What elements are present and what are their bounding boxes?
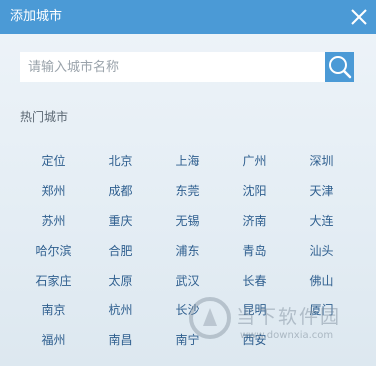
city-item[interactable]: 厦门 (288, 295, 355, 325)
city-item[interactable]: 定位 (20, 146, 87, 176)
city-item[interactable]: 郑州 (20, 176, 87, 206)
city-item[interactable]: 长沙 (154, 295, 221, 325)
hot-cities-heading: 热门城市 (20, 110, 69, 124)
city-item[interactable]: 武汉 (154, 265, 221, 295)
hot-city-grid: 定位 北京 上海 广州 深圳郑州 成都 东莞 沈阳 天津苏州 重庆 无锡 济南 大连哈尔滨 合肥 浦东 青岛汕… (20, 146, 354, 355)
city-item[interactable]: 大连 (288, 206, 355, 236)
city-item[interactable]: 佛山 (288, 265, 355, 295)
city-item[interactable]: 福州 (20, 325, 87, 355)
search-icon (329, 56, 352, 79)
city-item[interactable]: 南宁 (154, 325, 221, 355)
add-city-dialog: 添加城市 热门城市 定位北京上海广州深圳郑州成都东莞沈阳天津苏州重庆无锡济南大连… (0, 0, 376, 366)
city-item[interactable]: 广州 (221, 146, 288, 176)
city-item[interactable]: 太原 (87, 265, 154, 295)
dialog-title: 添加城市 (10, 9, 63, 24)
city-item[interactable]: 苏州 (20, 206, 87, 236)
city-item[interactable]: 哈尔滨 (20, 235, 87, 265)
city-item[interactable]: 北京 (87, 146, 154, 176)
city-item[interactable]: 天津 (288, 176, 355, 206)
city-item[interactable]: 杭州 (87, 295, 154, 325)
title-bar[interactable]: 添加城市 (0, 0, 376, 34)
city-item[interactable]: 浦东 (154, 235, 221, 265)
city-item[interactable]: 济南 (221, 206, 288, 236)
city-item[interactable]: 沈阳 (221, 176, 288, 206)
city-item[interactable]: 东莞 (154, 176, 221, 206)
city-item[interactable]: 合肥 (87, 235, 154, 265)
city-item[interactable]: 深圳 (288, 146, 355, 176)
city-item[interactable]: 石家庄 (20, 265, 87, 295)
city-item[interactable]: 无锡 (154, 206, 221, 236)
city-item[interactable]: 成都 (87, 176, 154, 206)
city-item[interactable]: 长春 (221, 265, 288, 295)
city-item[interactable]: 西安 (221, 325, 288, 355)
search-button[interactable] (325, 52, 354, 82)
close-icon (351, 9, 367, 25)
city-item[interactable]: 汕头 (288, 235, 355, 265)
city-item[interactable]: 昆明 (221, 295, 288, 325)
city-item[interactable]: 上海 (154, 146, 221, 176)
search-bar (20, 52, 354, 82)
city-item[interactable]: 重庆 (87, 206, 154, 236)
city-item[interactable]: 南京 (20, 295, 87, 325)
city-search-input[interactable] (20, 52, 325, 82)
close-button[interactable] (346, 4, 372, 30)
city-item[interactable]: 青岛 (221, 235, 288, 265)
city-item[interactable]: 南昌 (87, 325, 154, 355)
